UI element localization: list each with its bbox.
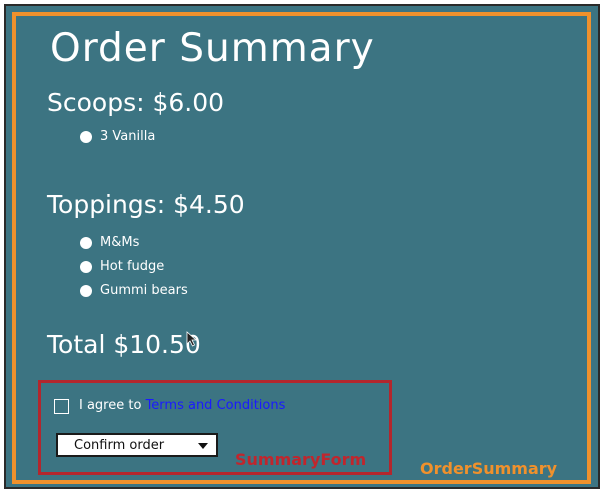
order-summary-label: OrderSummary <box>420 459 558 478</box>
list-item: 3 Vanilla <box>80 125 155 149</box>
terms-and-conditions-link[interactable]: Terms and Conditions <box>146 398 286 413</box>
mouse-pointer-icon <box>186 331 198 347</box>
topping-item-label: Gummi bears <box>100 283 188 298</box>
list-item: M&Ms <box>80 231 188 255</box>
confirm-order-button[interactable]: Confirm order <box>56 433 218 457</box>
bullet-icon <box>80 237 92 249</box>
confirm-order-label: Confirm order <box>74 437 165 453</box>
order-summary-screen: Order Summary Scoops: $6.00 3 Vanilla To… <box>0 0 604 499</box>
terms-agreement: I agree to Terms and Conditions <box>79 398 285 413</box>
list-item: Gummi bears <box>80 279 188 303</box>
terms-checkbox[interactable] <box>54 399 69 414</box>
chevron-down-icon <box>198 443 208 449</box>
toppings-list: M&Ms Hot fudge Gummi bears <box>80 231 188 303</box>
order-total: Total $10.50 <box>47 330 201 359</box>
scoop-item-label: 3 Vanilla <box>100 129 156 144</box>
agree-label: I agree to <box>79 398 146 413</box>
scoops-heading: Scoops: $6.00 <box>47 88 225 117</box>
topping-item-label: Hot fudge <box>100 259 165 274</box>
topping-item-label: M&Ms <box>100 235 140 250</box>
summary-form-label: SummaryForm <box>235 450 367 469</box>
page-title: Order Summary <box>50 26 375 71</box>
bullet-icon <box>80 131 92 143</box>
list-item: Hot fudge <box>80 255 188 279</box>
bullet-icon <box>80 261 92 273</box>
bullet-icon <box>80 285 92 297</box>
toppings-heading: Toppings: $4.50 <box>47 190 245 219</box>
scoops-list: 3 Vanilla <box>80 125 155 149</box>
